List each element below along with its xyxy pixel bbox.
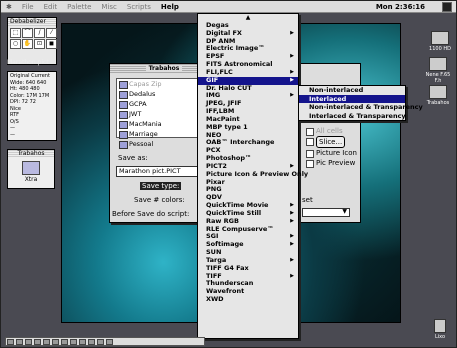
picture-icon-checkbox[interactable]: Picture Icon (306, 148, 357, 158)
desktop-icon-label: Nene F.65 F.h (425, 72, 451, 84)
apple-menu[interactable]: ✱ (1, 3, 17, 11)
tool-icon[interactable] (106, 339, 113, 345)
all-cells-checkbox[interactable]: All cells (306, 126, 357, 136)
tool-icon[interactable] (88, 339, 95, 345)
pic-preview-checkbox[interactable]: Pic Preview (306, 158, 357, 168)
fill-tool-icon[interactable]: ◼ (46, 39, 57, 49)
hard-disk-icon[interactable]: 1100 HD (427, 31, 453, 52)
tool-icon[interactable] (97, 339, 104, 345)
save-type-popup[interactable]: Save type: (140, 182, 182, 190)
menu-palette[interactable]: Palette (62, 3, 96, 11)
set-label: set (302, 196, 313, 204)
desktop-icon-label: 1100 HD (429, 46, 451, 52)
before-save-label: Before Save do script: (112, 210, 190, 218)
menu-scripts[interactable]: Scripts (122, 3, 156, 11)
disk-icon[interactable]: Nene F.65 F.h (425, 57, 451, 84)
trabahos-window[interactable]: Trabahos Xtra (7, 149, 55, 189)
save-type-label: Save type: (140, 182, 182, 190)
save-as-label: Save as: (118, 154, 148, 162)
list-item[interactable]: Dedalus (117, 89, 201, 99)
mac-desktop: ✱ File Edit Palette Misc Scripts Help Mo… (0, 0, 457, 348)
tool-icon[interactable] (16, 339, 23, 345)
submenu-item[interactable]: Interlaced (299, 94, 405, 103)
slice-checkbox[interactable]: Slice... (306, 136, 357, 148)
slice-button[interactable]: Slice... (316, 136, 346, 148)
current-file-label: Marathon pict (7, 59, 49, 66)
list-item[interactable]: Pessoal (117, 139, 201, 149)
tool-icon[interactable] (52, 339, 59, 345)
script-dropdown[interactable] (302, 208, 350, 217)
submenu-item[interactable]: Non-interlaced & Transparency (299, 103, 423, 112)
info-line: Original Current (10, 73, 50, 79)
zoom-tool-icon[interactable]: ○ (10, 39, 21, 49)
crop-tool-icon[interactable]: ⊡ (34, 39, 45, 49)
list-item[interactable]: Capas Zip (117, 79, 201, 89)
select-tool-icon[interactable]: ⬚ (10, 28, 21, 38)
toolbox-title[interactable]: Debabelizer (8, 18, 56, 26)
file-list[interactable]: Capas Zip Dedalus GCPA JWT MacMania Marr… (116, 78, 202, 149)
list-item[interactable]: MacMania (117, 119, 201, 129)
menu-misc[interactable]: Misc (96, 3, 121, 11)
gif-submenu: Non-interlaced Interlaced Non-interlaced &… (298, 85, 423, 121)
menu-help[interactable]: Help (156, 3, 184, 11)
hand-tool-icon[interactable]: ✋ (22, 39, 33, 49)
application-menu-icon[interactable] (442, 2, 452, 12)
desktop-icon-label: Lixo (434, 334, 446, 340)
toolbox-palette: Debabelizer ⬚ ⌒ / ⁄ ○ ✋ ⊡ ◼ (7, 17, 57, 65)
list-item[interactable]: JWT (117, 109, 201, 119)
lasso-tool-icon[interactable]: ⌒ (22, 28, 33, 38)
tool-icon[interactable] (43, 339, 50, 345)
submenu-item[interactable]: Non-interlaced (299, 86, 405, 95)
save-colors-label: Save # colors: (134, 196, 185, 204)
submenu-item[interactable]: Interlaced & Transparency (299, 112, 406, 121)
image-info-panel: Original Current Wide: 640 640 Ht: 480 4… (7, 71, 57, 141)
tool-icon[interactable] (70, 339, 77, 345)
folder-icon[interactable] (22, 161, 40, 175)
tool-icon[interactable] (34, 339, 41, 345)
bottom-toolbar (5, 337, 205, 346)
list-item[interactable]: GCPA (117, 99, 201, 109)
menubar-clock: Mon 2:36:16 (375, 2, 425, 11)
info-line: — (10, 131, 15, 138)
tool-icon[interactable] (25, 339, 32, 345)
folder-popup-label: Trabahos (145, 65, 183, 72)
menubar: ✱ File Edit Palette Misc Scripts Help Mo… (1, 1, 456, 13)
save-type-menu: ▲ DegasDigital FXDP ANMElectric Image™EP… (197, 13, 308, 339)
pencil-tool-icon[interactable]: / (34, 28, 45, 38)
desktop-icon-label: Trabahos (426, 100, 450, 106)
menu-file[interactable]: File (17, 3, 39, 11)
menu-item[interactable]: XWD (198, 295, 298, 304)
folder-icon[interactable]: Trabahos (425, 85, 451, 106)
trabahos-window-title[interactable]: Trabahos (8, 150, 54, 157)
list-item[interactable]: Marriage (117, 129, 201, 139)
tool-icon[interactable] (7, 339, 14, 345)
menu-edit[interactable]: Edit (39, 3, 63, 11)
folder-label: Xtra (24, 176, 38, 183)
trash-icon[interactable]: Lixo (427, 319, 453, 340)
eyedropper-tool-icon[interactable]: ⁄ (46, 28, 57, 38)
tool-icon[interactable] (79, 339, 86, 345)
tool-icon[interactable] (61, 339, 68, 345)
